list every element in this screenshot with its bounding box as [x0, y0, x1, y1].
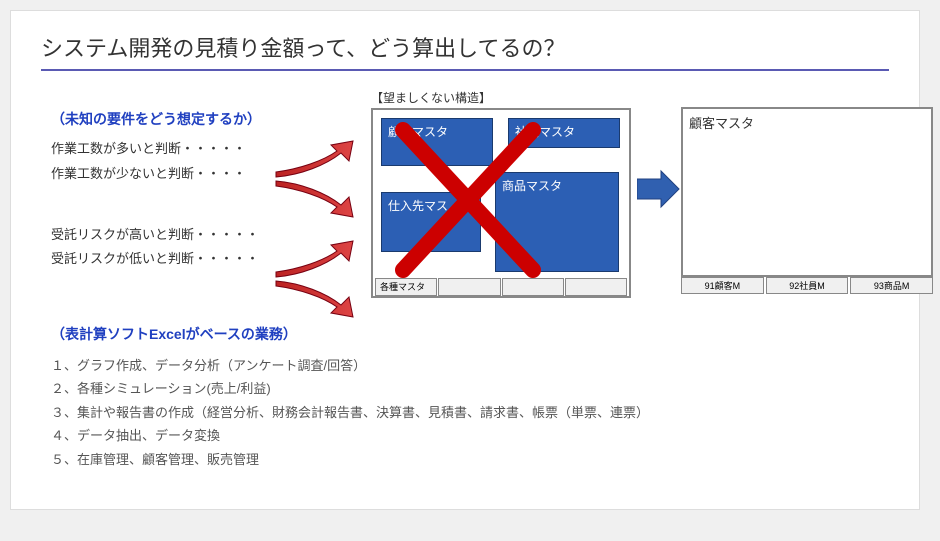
title-rule	[41, 69, 889, 71]
good-structure-diagram: 顧客マスタ	[681, 107, 940, 277]
excel-heading: （表計算ソフトExcelがベースの業務）	[51, 324, 771, 344]
bad-tab-1: 各種マスタ	[375, 278, 437, 296]
excel-item-2: ２、各種シミュレーション(売上/利益)	[51, 377, 771, 400]
bad-tab-4	[565, 278, 627, 296]
block-product: 商品マスタ	[495, 172, 619, 272]
bad-tabs-row: 各種マスタ	[373, 278, 629, 296]
excel-section: （表計算ソフトExcelがベースの業務） １、グラフ作成、データ分析（アンケート…	[51, 324, 771, 471]
slide: システム開発の見積り金額って、どう算出してるの？ （未知の要件をどう想定するか）…	[10, 10, 920, 510]
bad-structure-box: 顧客マスタ 社員マスタ 仕入先マス 商品マスタ 各種マスタ	[371, 108, 631, 298]
bad-structure-diagram: 【望ましくない構造】 顧客マスタ 社員マスタ 仕入先マス 商品マスタ 各種マスタ	[371, 89, 631, 298]
excel-item-4: ４、データ抽出、データ変換	[51, 424, 771, 447]
block-customer: 顧客マスタ	[381, 118, 493, 166]
excel-item-3: ３、集計や報告書の作成（経営分析、財務会計報告書、決算書、見積書、請求書、帳票（…	[51, 401, 771, 424]
content-area: （未知の要件をどう想定するか） 作業工数が多いと判断・・・・・ 作業工数が少ない…	[41, 89, 889, 489]
red-arrows-group	[271, 137, 371, 337]
block-employee: 社員マスタ	[508, 118, 620, 148]
bad-tab-2	[438, 278, 500, 296]
good-tab-1: 91顧客M	[681, 277, 764, 294]
good-tab-2: 92社員M	[766, 277, 849, 294]
four-red-arrows-icon	[271, 137, 371, 337]
excel-list: １、グラフ作成、データ分析（アンケート調査/回答） ２、各種シミュレーション(売…	[51, 354, 771, 471]
good-tabs-row: 91顧客M 92社員M 93商品M	[681, 277, 933, 294]
heading-unknown-req: （未知の要件をどう想定するか）	[51, 109, 351, 129]
block-supplier: 仕入先マス	[381, 192, 481, 252]
excel-item-5: ５、在庫管理、顧客管理、販売管理	[51, 448, 771, 471]
bad-structure-label: 【望ましくない構造】	[371, 89, 631, 106]
excel-item-1: １、グラフ作成、データ分析（アンケート調査/回答）	[51, 354, 771, 377]
good-tab-3: 93商品M	[850, 277, 933, 294]
good-structure-text: 顧客マスタ	[689, 116, 754, 131]
right-arrow-icon	[637, 169, 681, 214]
slide-title: システム開発の見積り金額って、どう算出してるの？	[41, 31, 889, 63]
bad-tab-3	[502, 278, 564, 296]
good-structure-box: 顧客マスタ	[681, 107, 933, 277]
